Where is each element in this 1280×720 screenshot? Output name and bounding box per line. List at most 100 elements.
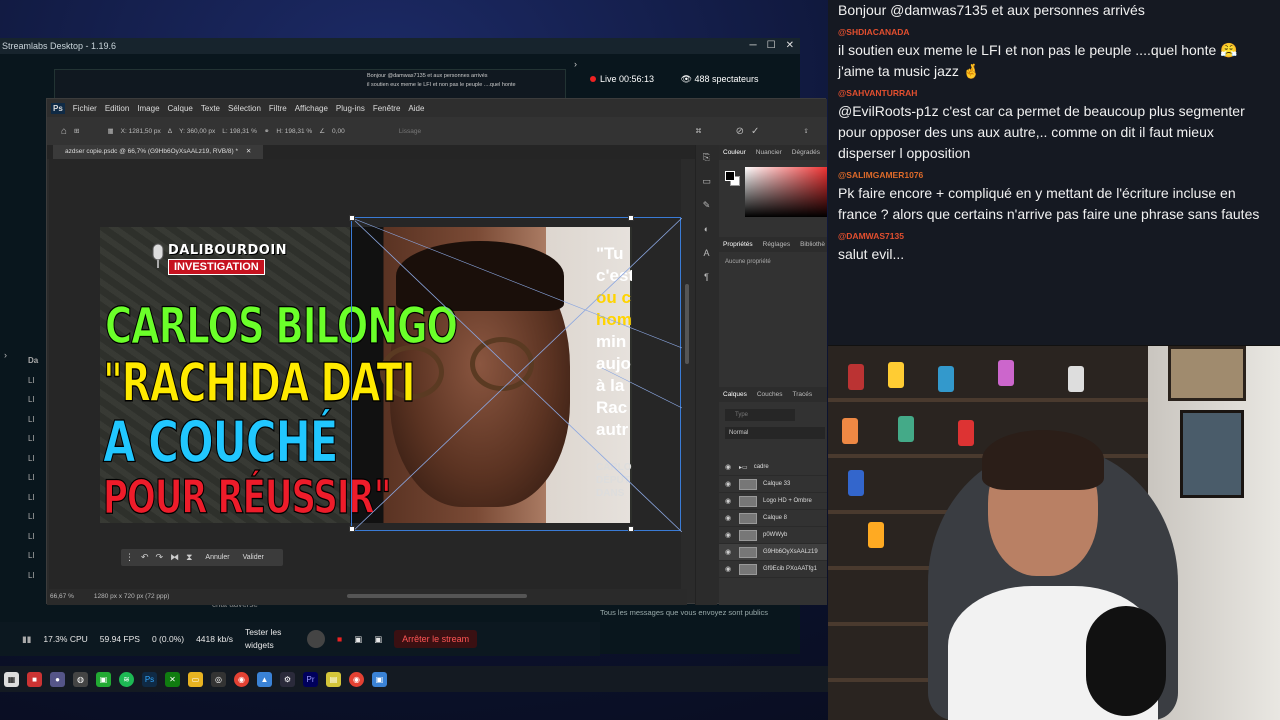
character-icon[interactable]: A	[696, 241, 717, 265]
foreground-color-swatch[interactable]	[725, 171, 735, 181]
link-icon[interactable]: ⚭	[264, 127, 269, 135]
tab-couleur[interactable]: Couleur	[723, 149, 746, 156]
app-icon[interactable]: ◎	[211, 671, 226, 687]
menu-texte[interactable]: Texte	[201, 104, 220, 113]
spotify-icon[interactable]: ≋	[119, 671, 134, 687]
share-icon[interactable]: ⇪	[803, 127, 808, 135]
document-tab[interactable]: azdser copie.psdc @ 66,7% (G9Hb6OyXsAALz…	[53, 145, 263, 159]
app-icon[interactable]: ▲	[257, 671, 272, 687]
reference-point-icon[interactable]: ▦	[108, 127, 114, 135]
eye-icon[interactable]: ◉	[725, 548, 733, 556]
close-tab-icon[interactable]: ✕	[246, 148, 251, 155]
menu-calque[interactable]: Calque	[168, 104, 193, 113]
layers-search-input[interactable]: Type	[725, 409, 795, 421]
stop-stream-button[interactable]: Arrêter le stream	[394, 630, 478, 648]
app-icon[interactable]: ▣	[372, 671, 387, 687]
record-button[interactable]	[306, 630, 325, 648]
menu-filtre[interactable]: Filtre	[269, 104, 287, 113]
list-item[interactable]: LI	[28, 473, 48, 493]
folder-icon[interactable]: ▭	[188, 671, 203, 687]
y-field[interactable]: Y: 360,00 px	[179, 128, 215, 135]
chrome-icon[interactable]: ◉	[234, 671, 249, 687]
history-icon[interactable]: ⎘	[696, 145, 717, 169]
home-icon[interactable]: ⌂	[61, 126, 67, 137]
transform-handle[interactable]	[628, 526, 634, 532]
transform-handle[interactable]	[628, 215, 634, 221]
warp-icon[interactable]: ⌘	[695, 127, 702, 135]
transform-handle[interactable]	[349, 526, 355, 532]
eye-icon[interactable]: ◉	[725, 531, 733, 539]
list-item[interactable]: LI	[28, 376, 48, 396]
list-item[interactable]: LI	[28, 571, 48, 591]
flip-vertical-icon[interactable]: ⧗	[186, 552, 192, 563]
stop-record-icon[interactable]: ■	[337, 634, 342, 644]
commit-transform-icon[interactable]: ✓	[751, 126, 759, 137]
list-item[interactable]: LI	[28, 493, 48, 513]
layer-row[interactable]: ◉ ▸▭ cadre	[719, 459, 827, 476]
test-widgets-button[interactable]: Tester les widgets	[245, 626, 295, 652]
menu-fenetre[interactable]: Fenêtre	[373, 104, 401, 113]
camera-icon[interactable]: ▣	[374, 634, 382, 645]
cancel-button[interactable]: Annuler	[205, 554, 229, 561]
undo-icon[interactable]: ↶	[141, 552, 149, 563]
replay-icon[interactable]: ▣	[354, 634, 362, 645]
menu-aide[interactable]: Aide	[408, 104, 424, 113]
vertical-scrollbar[interactable]	[685, 284, 689, 364]
layer-row[interactable]: ◉ p0WWyb	[719, 527, 827, 544]
tab-reglages[interactable]: Réglages	[763, 241, 790, 248]
app-icon[interactable]: ▣	[96, 671, 111, 687]
menu-fichier[interactable]: Fichier	[73, 104, 97, 113]
app-icon[interactable]: ▤	[326, 671, 341, 687]
chevron-right-icon[interactable]: ›	[4, 350, 7, 360]
list-item[interactable]: LI	[28, 532, 48, 552]
blend-mode-select[interactable]: Normal	[725, 427, 825, 439]
drag-handle-icon[interactable]: ⋮	[125, 552, 134, 563]
transform-handle[interactable]	[349, 215, 355, 221]
tab-calques[interactable]: Calques	[723, 391, 747, 398]
app-icon[interactable]: ◍	[73, 671, 88, 687]
menu-plugins[interactable]: Plug-ins	[336, 104, 365, 113]
tab-traces[interactable]: Tracés	[793, 391, 813, 398]
transform-icon[interactable]: ⊞	[74, 127, 79, 135]
layer-row[interactable]: ◉ Logo HD + Ombre	[719, 493, 827, 510]
layer-row[interactable]: ◉ Gf9Ecib PXoAATfg1	[719, 561, 827, 578]
list-item[interactable]: LI	[28, 512, 48, 532]
layer-row[interactable]: ◉ G9Hb6OyXsAALz19	[719, 544, 827, 561]
x-field[interactable]: X: 1281,50 px	[121, 128, 161, 135]
tab-couches[interactable]: Couches	[757, 391, 783, 398]
menu-edition[interactable]: Edition	[105, 104, 129, 113]
layer-row[interactable]: ◉ Calque 8	[719, 510, 827, 527]
horizontal-scrollbar[interactable]	[347, 594, 527, 598]
tab-degrades[interactable]: Dégradés	[792, 149, 820, 156]
tab-proprietes[interactable]: Propriétés	[723, 241, 753, 248]
layer-row[interactable]: ◉ Calque 33	[719, 476, 827, 493]
color-picker[interactable]	[745, 167, 827, 217]
photoshop-icon[interactable]: Ps	[142, 671, 157, 687]
start-icon[interactable]: ▦	[4, 671, 19, 687]
maximize-icon[interactable]: ☐	[767, 38, 776, 54]
chrome-icon[interactable]: ◉	[349, 671, 364, 687]
list-item[interactable]: LI	[28, 395, 48, 415]
premiere-icon[interactable]: Pr	[303, 671, 318, 687]
list-item[interactable]: LI	[28, 551, 48, 571]
app-icon[interactable]: ■	[27, 671, 42, 687]
adjustments-icon[interactable]: ◐	[696, 217, 717, 241]
menu-selection[interactable]: Sélection	[228, 104, 261, 113]
stats-icon[interactable]: ▮▮	[22, 634, 31, 645]
app-icon[interactable]: ●	[50, 671, 65, 687]
cancel-transform-icon[interactable]: ⊘	[736, 126, 744, 137]
minimize-icon[interactable]: ─	[750, 38, 757, 54]
xbox-icon[interactable]: ✕	[165, 671, 180, 687]
list-item[interactable]: LI	[28, 434, 48, 454]
angle-field[interactable]: 0,00	[332, 128, 345, 135]
menu-affichage[interactable]: Affichage	[295, 104, 328, 113]
validate-button[interactable]: Valider	[243, 554, 264, 561]
redo-icon[interactable]: ↷	[156, 552, 164, 563]
zoom-level[interactable]: 66,67 %	[50, 589, 74, 605]
eye-icon[interactable]: ◉	[725, 463, 733, 471]
transform-bounding-box[interactable]	[349, 215, 682, 532]
height-field[interactable]: H: 198,31 %	[276, 128, 312, 135]
chevron-right-icon[interactable]: ›	[574, 59, 577, 69]
tab-nuancier[interactable]: Nuancier	[756, 149, 782, 156]
eye-icon[interactable]: ◉	[725, 514, 733, 522]
